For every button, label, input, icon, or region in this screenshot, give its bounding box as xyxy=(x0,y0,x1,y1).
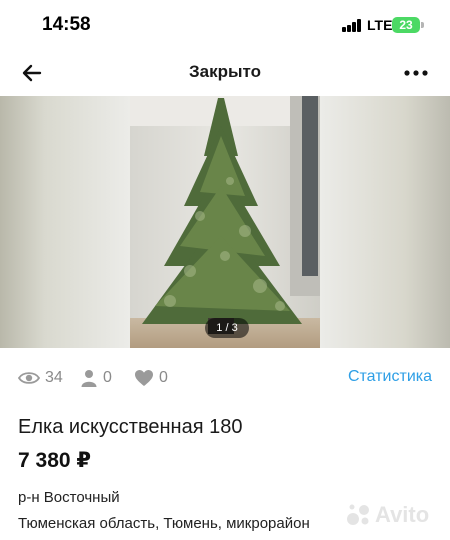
listing-photo[interactable] xyxy=(130,96,320,348)
more-options-button[interactable] xyxy=(400,62,432,84)
listing-address[interactable]: Тюменская область, Тюмень, микрорайон xyxy=(18,515,310,532)
status-bar: 14:58 LTE 23 xyxy=(0,0,450,50)
photo-gallery[interactable]: 1 / 3 xyxy=(0,96,450,348)
person-icon xyxy=(81,370,97,387)
eye-icon xyxy=(18,372,40,384)
listing-title: Елка искусственная 180 xyxy=(18,416,243,438)
signal-strength-icon xyxy=(342,19,362,32)
watermark-text: Avito xyxy=(375,502,430,527)
statistics-link[interactable]: Статистика xyxy=(348,368,432,386)
status-time: 14:58 xyxy=(42,14,91,35)
nav-bar: Закрыто xyxy=(0,50,450,96)
stats-row: 34 0 0 Статистика xyxy=(18,365,438,391)
contacts-stat: 0 xyxy=(80,365,112,391)
avito-logo-icon xyxy=(347,504,369,525)
battery-icon: 23 xyxy=(392,17,420,33)
listing-price: 7 380 ₽ xyxy=(18,449,91,472)
more-dots-icon xyxy=(404,70,428,76)
network-type: LTE xyxy=(367,17,393,33)
christmas-tree-photo xyxy=(130,96,320,348)
favorites-count: 0 xyxy=(159,369,168,386)
views-count: 34 xyxy=(45,369,63,386)
views-stat: 34 xyxy=(18,365,63,391)
avito-watermark: Avito xyxy=(346,500,442,530)
page-title: Закрыто xyxy=(188,62,261,81)
contacts-count: 0 xyxy=(103,369,112,386)
listing-district: р-н Восточный xyxy=(18,489,120,506)
battery-tip xyxy=(421,22,424,28)
photo-counter: 1 / 3 xyxy=(205,318,249,338)
heart-icon xyxy=(135,370,153,386)
favorites-stat: 0 xyxy=(134,365,168,391)
